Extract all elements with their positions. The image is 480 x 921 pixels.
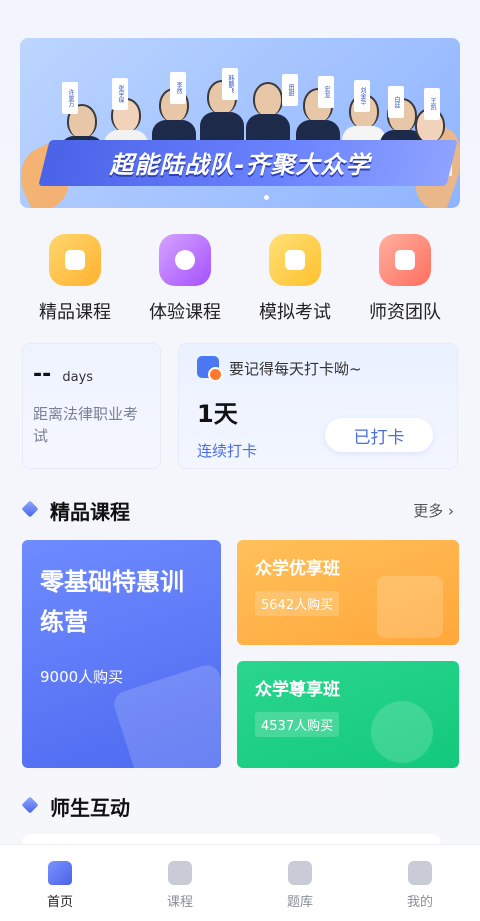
- tab-label: 课程: [166, 895, 193, 910]
- course-buyers: 4537人购买: [255, 712, 340, 737]
- book-icon: [168, 861, 192, 885]
- home-icon: [48, 861, 72, 885]
- teacher-name-tag: 张宇琛: [112, 78, 128, 110]
- quick-nav: 精品课程 体验课程 模拟考试 师资团队: [20, 234, 460, 324]
- chevron-right-icon: ›: [448, 502, 454, 520]
- course-icon: [49, 234, 101, 286]
- interaction-section-header: 师生互动: [21, 790, 458, 820]
- teacher-name-tag: 刘金华: [354, 80, 370, 112]
- tab-question-bank[interactable]: 题库: [240, 845, 360, 921]
- quick-nav-featured-courses[interactable]: 精品课程: [20, 234, 130, 324]
- countdown-unit: days: [62, 370, 94, 385]
- diamond-icon: [21, 500, 39, 518]
- checkin-button[interactable]: 已打卡: [325, 418, 433, 452]
- tab-courses[interactable]: 课程: [120, 845, 240, 921]
- teacher-name-tag: 宏龙: [318, 76, 334, 108]
- quick-nav-trial-courses[interactable]: 体验课程: [130, 234, 240, 324]
- quick-nav-label: 精品课程: [39, 302, 111, 323]
- calendar-icon: [197, 356, 223, 382]
- user-icon: [408, 861, 432, 885]
- countdown-value: --: [33, 362, 52, 387]
- bottom-tab-bar: 首页 课程 题库 我的: [0, 845, 480, 921]
- tab-label: 首页: [46, 895, 73, 910]
- exam-countdown-card[interactable]: -- days 距离法律职业考试: [22, 343, 161, 469]
- course-title: 众学尊享班: [255, 680, 340, 700]
- tab-label: 题库: [286, 895, 313, 910]
- quick-nav-label: 师资团队: [369, 302, 441, 323]
- section-title: 精品课程: [50, 500, 130, 524]
- course-title: 零基础特惠训练营: [40, 568, 184, 636]
- teacher-name-tag: 许景万: [62, 82, 78, 114]
- tab-label: 我的: [406, 895, 433, 910]
- course-card-vip[interactable]: 众学尊享班 4537人购买: [237, 661, 459, 768]
- teacher-name-tag: 田甜: [282, 74, 298, 106]
- banner-title: 超能陆战队-齐聚大众学: [109, 151, 371, 179]
- featured-section-header: 精品课程 更多 ›: [21, 494, 458, 524]
- countdown-description: 距离法律职业考试: [33, 405, 139, 445]
- library-icon: [288, 861, 312, 885]
- teacher-name-tag: 李然: [170, 72, 186, 104]
- tab-profile[interactable]: 我的: [360, 845, 480, 921]
- tab-home[interactable]: 首页: [0, 845, 120, 921]
- quick-nav-label: 模拟考试: [259, 302, 331, 323]
- carousel-indicator: [264, 195, 269, 200]
- checkin-streak-label: 连续打卡: [197, 442, 258, 460]
- diamond-icon: [21, 796, 39, 814]
- course-card-bootcamp[interactable]: 零基础特惠训练营 9000人购买: [22, 540, 221, 768]
- badge-decoration: [377, 576, 443, 638]
- quick-nav-teachers[interactable]: 师资团队: [350, 234, 460, 324]
- checkin-days: 1天: [197, 400, 238, 428]
- checkin-tip: 要记得每天打卡呦~: [229, 360, 362, 378]
- checkin-card: 要记得每天打卡呦~ 1天 连续打卡 已打卡: [178, 343, 458, 469]
- section-title: 师生互动: [50, 796, 130, 820]
- exam-icon: [269, 234, 321, 286]
- play-decoration: [371, 701, 433, 763]
- more-label: 更多: [413, 502, 444, 520]
- teacher-icon: [379, 234, 431, 286]
- teacher-name-tag: 韩鹏飞: [222, 68, 238, 100]
- more-link[interactable]: 更多 ›: [413, 500, 454, 521]
- quick-nav-label: 体验课程: [149, 302, 221, 323]
- teacher-name-tag: 白廷: [388, 86, 404, 118]
- play-icon: [159, 234, 211, 286]
- quick-nav-mock-exam[interactable]: 模拟考试: [240, 234, 350, 324]
- teacher-name-tag: 王凯: [424, 88, 440, 120]
- course-card-premium[interactable]: 众学优享班 5642人购买: [237, 540, 459, 645]
- promo-banner[interactable]: 许景万 张宇琛 李然 韩鹏飞 田甜 宏龙 刘金华 白廷 王凯 超能陆战队-齐聚大…: [20, 38, 460, 208]
- course-buyers: 5642人购买: [255, 591, 340, 616]
